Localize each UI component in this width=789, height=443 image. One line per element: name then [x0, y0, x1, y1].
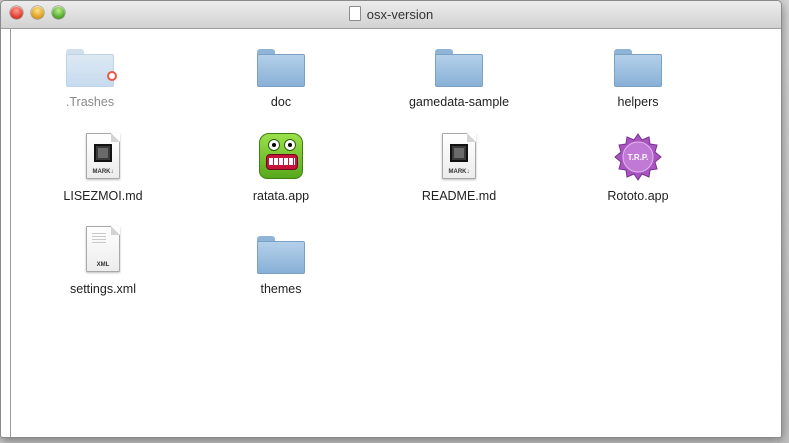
folder-icon: [435, 49, 483, 87]
title-bar[interactable]: osx-version: [1, 1, 781, 29]
finder-window: osx-version .Trashes doc gamedata-sample…: [0, 0, 782, 438]
badge-text: T.R.P.: [628, 153, 649, 162]
ratata-app-icon: [259, 133, 303, 179]
rototo-app-icon: T.R.P.: [614, 133, 662, 181]
folder-icon: [66, 49, 117, 87]
file-item-settings-xml[interactable]: XML settings.xml: [33, 222, 173, 296]
file-item-helpers[interactable]: helpers: [568, 35, 708, 109]
file-label: LISEZMOI.md: [63, 189, 143, 203]
window-title-text: osx-version: [366, 7, 434, 22]
file-item-gamedata-sample[interactable]: gamedata-sample: [389, 35, 529, 109]
file-item-ratata-app[interactable]: ratata.app: [211, 129, 351, 203]
file-label: gamedata-sample: [408, 95, 510, 109]
file-label: .Trashes: [65, 95, 115, 109]
folder-icon: [257, 49, 305, 87]
folder-icon: [614, 49, 662, 87]
file-item-rototo-app[interactable]: T.R.P. Rototo.app: [568, 129, 708, 203]
file-item-trashes[interactable]: .Trashes: [20, 35, 160, 109]
document-proxy-icon[interactable]: [348, 6, 361, 21]
folder-icon: [257, 236, 305, 274]
window-title: osx-version: [1, 6, 781, 22]
file-label: themes: [260, 282, 302, 296]
xml-file-icon: XML: [86, 226, 120, 272]
file-item-doc[interactable]: doc: [211, 35, 351, 109]
markdown-file-icon: MARK↓: [442, 133, 476, 179]
file-type-label: MARK↓: [92, 169, 114, 175]
file-label: doc: [270, 95, 292, 109]
file-label: README.md: [421, 189, 497, 203]
file-label: settings.xml: [70, 282, 136, 296]
file-item-lisezmoi[interactable]: MARK↓ LISEZMOI.md: [33, 129, 173, 203]
markdown-file-icon: MARK↓: [86, 133, 120, 179]
file-label: Rototo.app: [607, 189, 669, 203]
file-label: ratata.app: [252, 189, 310, 203]
file-label: helpers: [617, 95, 659, 109]
file-type-label: XML: [96, 262, 110, 268]
file-item-themes[interactable]: themes: [211, 222, 351, 296]
file-type-label: MARK↓: [448, 169, 470, 175]
icon-view[interactable]: .Trashes doc gamedata-sample helpers MAR…: [10, 29, 781, 437]
file-item-readme[interactable]: MARK↓ README.md: [389, 129, 529, 203]
